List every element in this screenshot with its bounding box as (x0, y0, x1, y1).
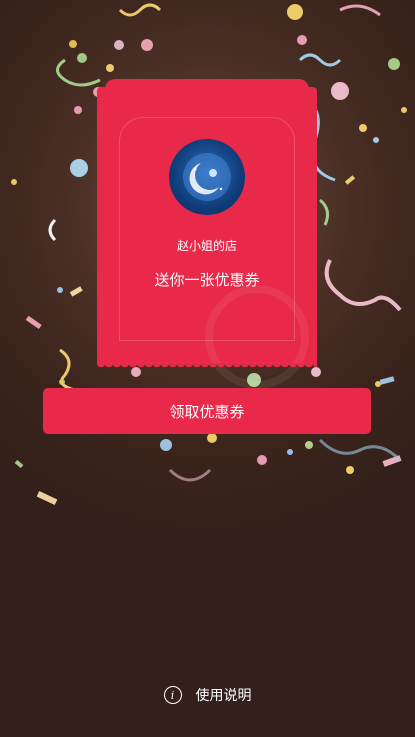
info-icon: i (163, 686, 182, 704)
claim-coupon-button[interactable]: 领取优惠券 (43, 388, 371, 434)
usage-instructions-link[interactable]: i 使用说明 (0, 683, 415, 707)
usage-instructions-label: 使用说明 (195, 688, 252, 704)
gift-watermark-icon (205, 285, 309, 389)
moon-avatar-icon (183, 153, 231, 201)
shop-name: 赵小姐的店 (176, 239, 237, 253)
coupon-card: 赵小姐的店 送你一张优惠券 (97, 79, 317, 389)
coupon-message: 送你一张优惠券 (154, 271, 260, 289)
coupon-card-scallop-edge (97, 363, 317, 371)
coupon-card-top-edge (105, 79, 309, 99)
claim-coupon-button-label: 领取优惠券 (169, 402, 245, 421)
shop-avatar (169, 139, 245, 215)
